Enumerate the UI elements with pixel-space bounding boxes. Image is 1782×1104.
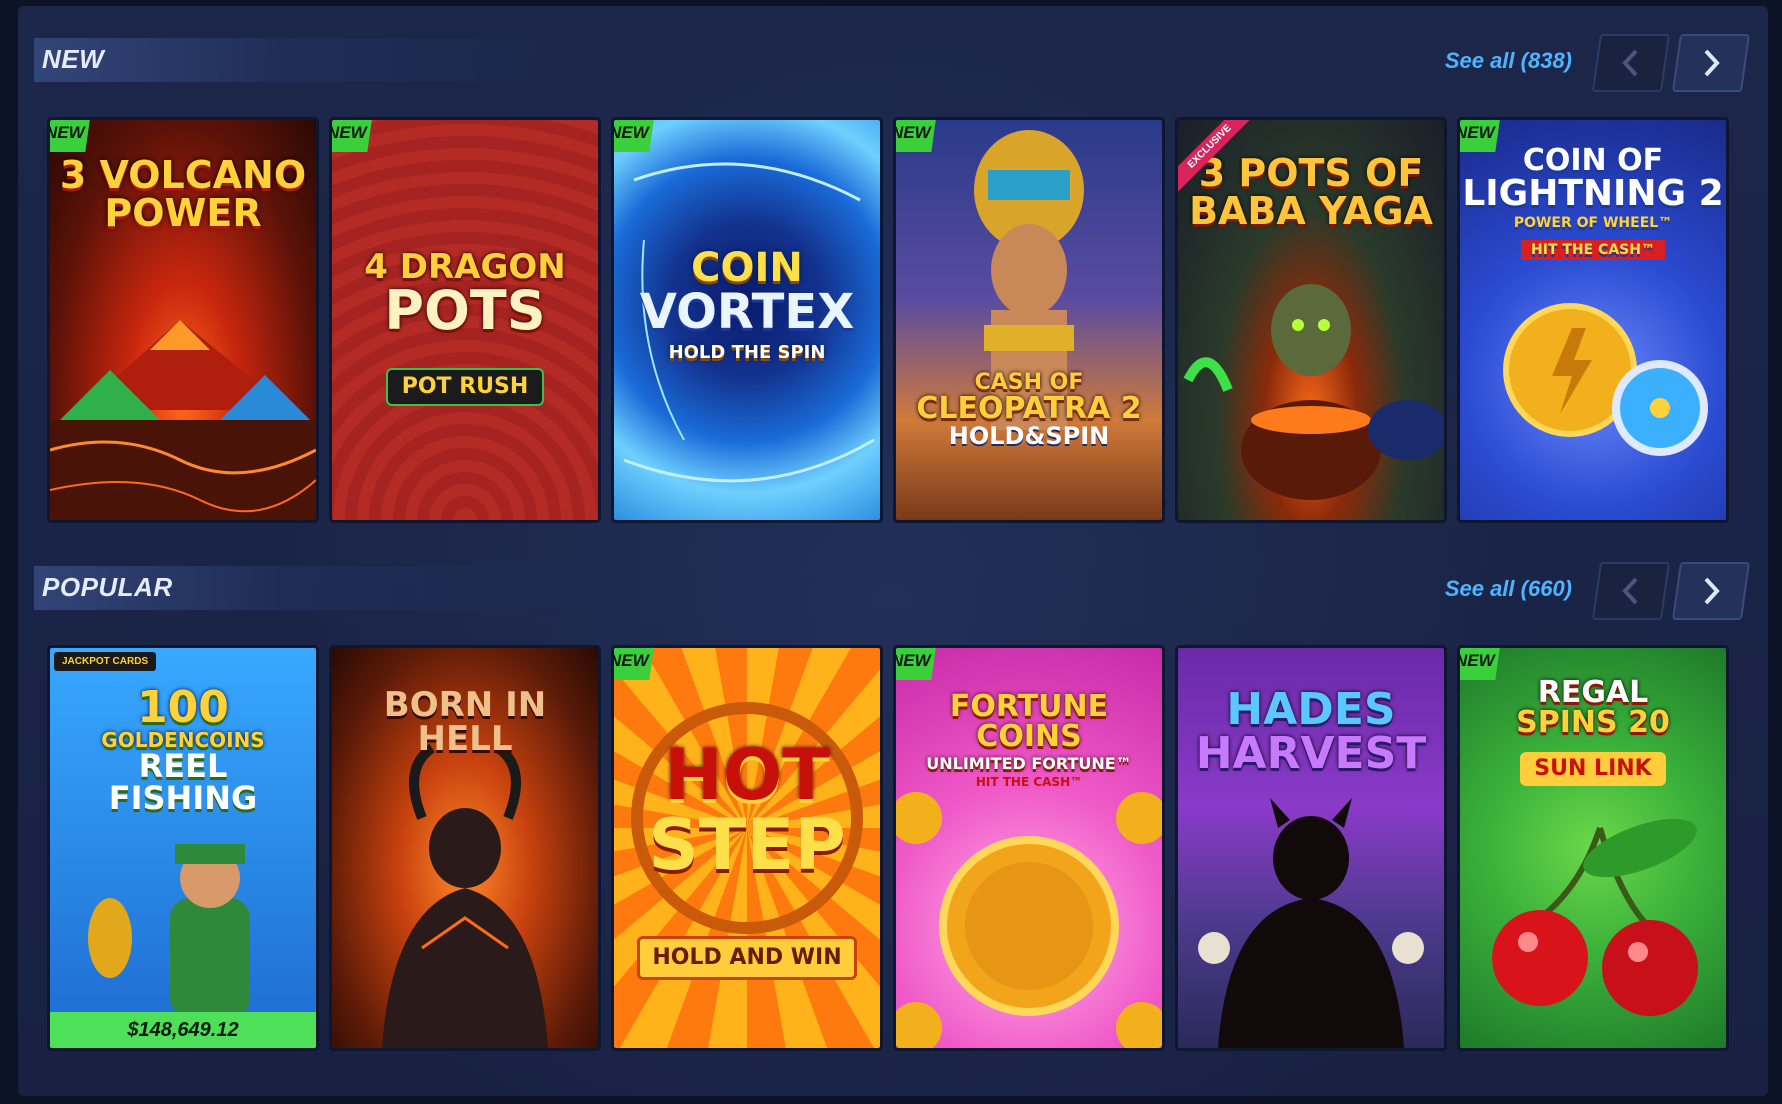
chevron-right-icon <box>1704 577 1720 605</box>
lobby-panel: NEW See all (838) 3 VOLCANO POWER NEW 4 … <box>18 6 1768 1096</box>
game-card[interactable]: COIN OF LIGHTNING 2 POWER OF WHEEL™ HIT … <box>1460 120 1726 520</box>
game-carousel: 100 GOLDENCOINS REEL FISHING JACKPOT CAR… <box>50 648 1750 1048</box>
jackpot-amount: $148,649.12 <box>50 1012 316 1048</box>
art-title-line: HARVEST <box>1195 728 1427 779</box>
game-card[interactable]: 4 DRAGON POTS POT RUSH NEW <box>332 120 598 520</box>
art-title-line: COIN OF <box>1522 143 1664 178</box>
next-button[interactable] <box>1671 34 1751 92</box>
game-card[interactable]: REGAL SPINS 20 SUN LINK NEW <box>1460 648 1726 1048</box>
art-title-line: POTS <box>384 279 546 342</box>
art-title-line: FISHING <box>108 779 258 817</box>
section-title: NEW <box>42 44 105 74</box>
see-all-link[interactable]: See all (660) <box>1445 576 1572 602</box>
game-thumbnail: 3 VOLCANO POWER <box>50 120 316 520</box>
game-card[interactable]: CASH OF CLEOPATRA 2 HOLD&SPIN NEW <box>896 120 1162 520</box>
section-new: NEW See all (838) 3 VOLCANO POWER NEW 4 … <box>18 32 1768 532</box>
art-title-line: HADES <box>1226 684 1396 735</box>
art-subtitle: HIT THE CASH™ <box>975 775 1083 789</box>
game-thumbnail: FORTUNE COINS UNLIMITED FORTUNE™ HIT THE… <box>896 648 1162 1048</box>
game-thumbnail: COIN VORTEX HOLD THE SPIN <box>614 120 880 520</box>
art-title-line: HOT <box>664 734 830 816</box>
art-title-line: BABA YAGA <box>1189 189 1433 233</box>
game-thumbnail: CASH OF CLEOPATRA 2 HOLD&SPIN <box>896 120 1162 520</box>
game-thumbnail: 4 DRAGON POTS POT RUSH <box>332 120 598 520</box>
prev-button[interactable] <box>1591 34 1671 92</box>
art-subtitle: HOLD AND WIN <box>637 936 857 980</box>
art-title-line: REGAL <box>1537 675 1649 710</box>
game-card[interactable]: HADES HARVEST <box>1178 648 1444 1048</box>
new-badge: NEW <box>896 120 937 152</box>
art-title-line: POWER <box>104 191 262 235</box>
game-carousel: 3 VOLCANO POWER NEW 4 DRAGON POTS POT RU… <box>50 120 1750 520</box>
art-subtitle: POT RUSH <box>385 368 545 406</box>
section-title: POPULAR <box>42 572 173 602</box>
art-title-line: 3 POTS OF <box>1198 151 1424 195</box>
chevron-left-icon <box>1622 577 1638 605</box>
game-thumbnail: HADES HARVEST <box>1178 648 1444 1048</box>
art-subtitle: UNLIMITED FORTUNE™ <box>926 754 1132 773</box>
game-card[interactable]: BORN IN HELL <box>332 648 598 1048</box>
new-badge: NEW <box>614 648 655 680</box>
see-all-link[interactable]: See all (838) <box>1445 48 1572 74</box>
new-badge: NEW <box>1460 648 1501 680</box>
game-card[interactable]: HOT STEP HOLD AND WIN NEW <box>614 648 880 1048</box>
new-badge: NEW <box>332 120 373 152</box>
art-title-line: STEP <box>648 804 846 886</box>
art-subtitle: HOLD THE SPIN <box>668 342 826 363</box>
art-title-line: REEL <box>138 747 228 785</box>
game-thumbnail: REGAL SPINS 20 SUN LINK <box>1460 648 1726 1048</box>
new-badge: NEW <box>614 120 655 152</box>
game-thumbnail: COIN OF LIGHTNING 2 POWER OF WHEEL™ HIT … <box>1460 120 1726 520</box>
game-thumbnail: 3 POTS OF BABA YAGA <box>1178 120 1444 520</box>
chevron-left-icon <box>1622 49 1638 77</box>
jackpot-tag: JACKPOT CARDS <box>54 652 157 671</box>
art-title-line: 3 VOLCANO <box>59 153 307 197</box>
art-subtitle: SUN LINK <box>1520 752 1666 786</box>
section-title-bar <box>34 38 594 82</box>
game-card[interactable]: 3 VOLCANO POWER NEW <box>50 120 316 520</box>
art-title-line: BORN IN HELL <box>383 685 547 759</box>
next-button[interactable] <box>1671 562 1751 620</box>
prev-button[interactable] <box>1591 562 1671 620</box>
new-badge: NEW <box>896 648 937 680</box>
art-title-line: COIN <box>691 245 803 291</box>
section-header: POPULAR See all (660) <box>34 560 1754 620</box>
section-header: NEW See all (838) <box>34 32 1754 92</box>
art-title-line: 100 <box>137 682 229 733</box>
art-title-line: CLEOPATRA 2 <box>916 391 1142 426</box>
art-subtitle: HIT THE CASH™ <box>1521 240 1665 260</box>
art-title-line: FORTUNE COINS <box>949 689 1109 754</box>
game-card[interactable]: 3 POTS OF BABA YAGA EXCLUSIVE <box>1178 120 1444 520</box>
art-title-line: SPINS 20 <box>1516 705 1670 740</box>
game-thumbnail: BORN IN HELL <box>332 648 598 1048</box>
game-card[interactable]: 100 GOLDENCOINS REEL FISHING JACKPOT CAR… <box>50 648 316 1048</box>
game-thumbnail: HOT STEP HOLD AND WIN <box>614 648 880 1048</box>
game-card[interactable]: FORTUNE COINS UNLIMITED FORTUNE™ HIT THE… <box>896 648 1162 1048</box>
art-title-line: LIGHTNING 2 <box>1462 173 1724 214</box>
section-popular: POPULAR See all (660) 100 GOLDENCOINS RE… <box>18 560 1768 1080</box>
art-subtitle: HOLD&SPIN <box>948 422 1110 450</box>
chevron-right-icon <box>1704 49 1720 77</box>
new-badge: NEW <box>50 120 91 152</box>
art-title-line: VORTEX <box>639 284 855 340</box>
game-thumbnail: 100 GOLDENCOINS REEL FISHING <box>50 648 316 1048</box>
game-card[interactable]: COIN VORTEX HOLD THE SPIN NEW <box>614 120 880 520</box>
new-badge: NEW <box>1460 120 1501 152</box>
art-subtitle: POWER OF WHEEL™ <box>1513 215 1673 231</box>
